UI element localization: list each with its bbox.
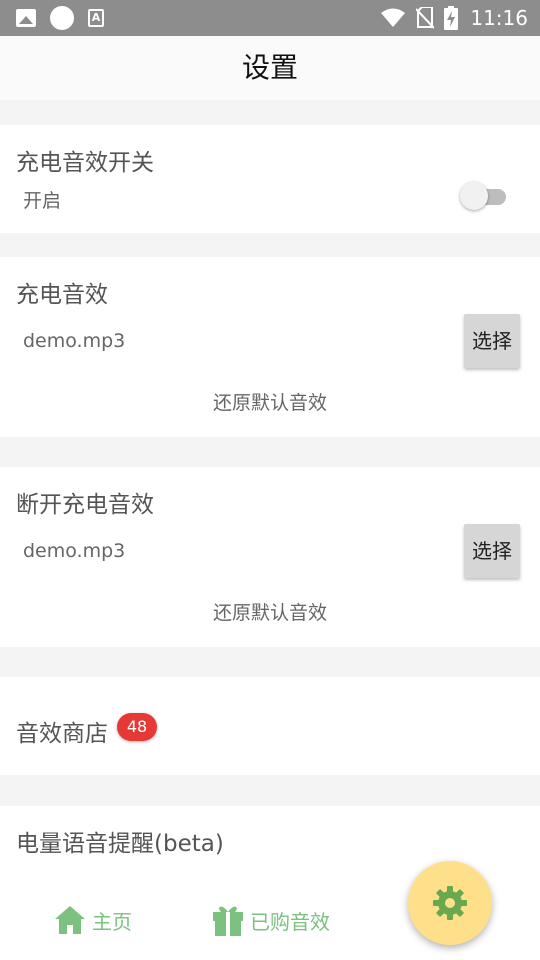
status-right-icons: 11:16 (380, 6, 528, 30)
nav-purchased[interactable]: 已购音效 (212, 900, 330, 940)
charge-sound-card: 充电音效 demo.mp3 选择 还原默认音效 (0, 257, 540, 437)
settings-fab[interactable] (408, 861, 492, 945)
status-time: 11:16 (470, 6, 528, 30)
nav-home-label: 主页 (92, 909, 132, 934)
wifi-icon (381, 8, 406, 27)
disconnect-sound-file: demo.mp3 (23, 540, 126, 562)
charge-sound-file: demo.mp3 (23, 330, 126, 352)
font-icon: A (88, 9, 104, 27)
charge-sound-reset-link[interactable]: 还原默认音效 (0, 388, 540, 415)
sound-store-badge: 48 (117, 713, 157, 741)
charge-switch-state: 开启 (23, 190, 62, 212)
voice-reminder-title: 电量语音提醒(beta) (16, 831, 224, 857)
status-left-icons: A (16, 6, 118, 30)
sound-store-title: 音效商店 (16, 721, 108, 747)
disconnect-sound-reset-link[interactable]: 还原默认音效 (0, 598, 540, 625)
app-bar: 设置 (0, 36, 540, 100)
disconnect-sound-card: 断开充电音效 demo.mp3 选择 还原默认音效 (0, 467, 540, 647)
page-title: 设置 (241, 51, 298, 84)
nav-purchased-label: 已购音效 (250, 909, 330, 934)
charge-switch-toggle[interactable] (460, 181, 510, 211)
no-sim-icon (416, 7, 435, 29)
battery-charging-icon (444, 6, 459, 30)
image-icon (16, 9, 36, 27)
disconnect-sound-select-button[interactable]: 选择 (464, 524, 520, 578)
gift-icon (213, 906, 243, 936)
charge-switch-card: 充电音效开关 开启 (0, 125, 540, 233)
disconnect-sound-title: 断开充电音效 (16, 492, 154, 518)
toggle-thumb (460, 182, 488, 210)
home-icon (55, 906, 85, 934)
charge-switch-title: 充电音效开关 (16, 150, 154, 176)
gear-icon (433, 886, 467, 920)
nav-home[interactable]: 主页 (54, 900, 132, 940)
circle-icon (50, 6, 74, 30)
charge-sound-title: 充电音效 (16, 282, 108, 308)
sound-store-card[interactable]: 音效商店 48 (0, 677, 540, 775)
status-bar: A 11:16 (0, 0, 540, 36)
charge-sound-select-button[interactable]: 选择 (464, 314, 520, 368)
